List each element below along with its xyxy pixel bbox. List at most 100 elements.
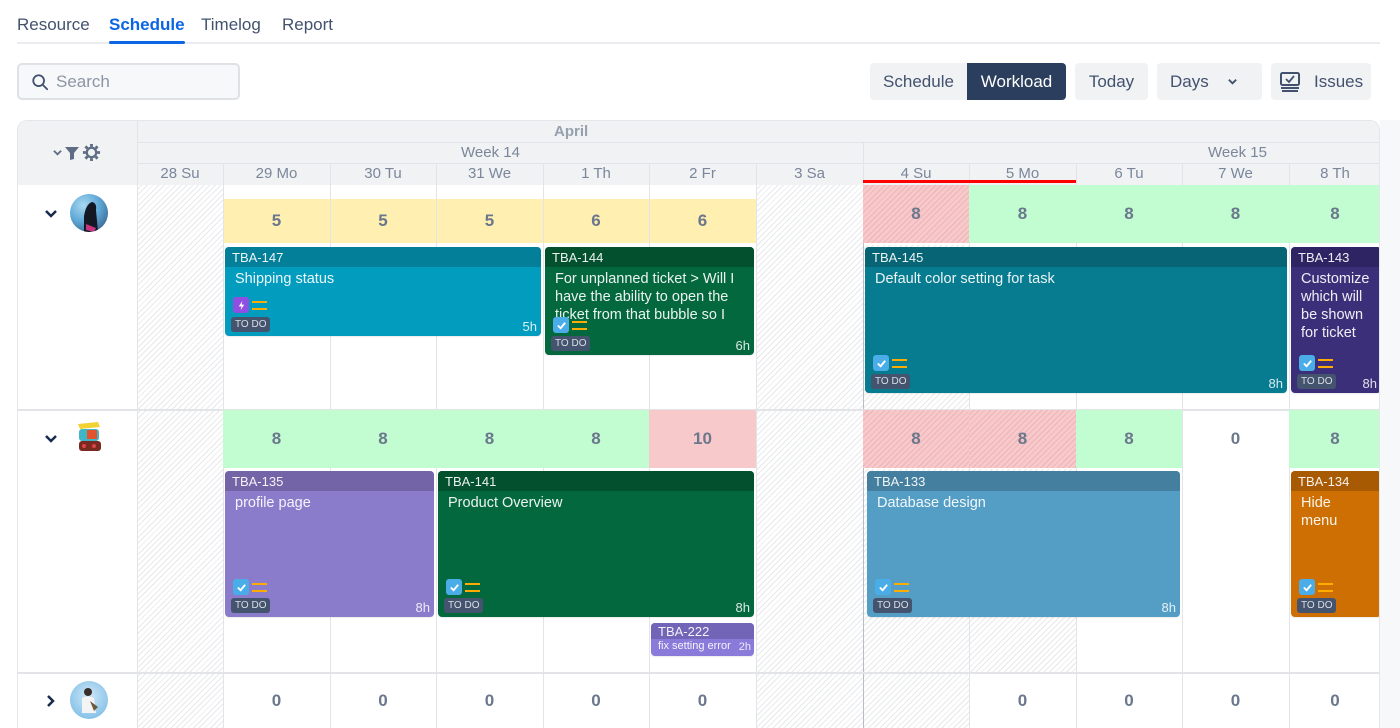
issue-card[interactable]: TBA-141 Product Overview TO DO 8h <box>438 471 754 617</box>
workload-cell: 10 <box>649 410 756 468</box>
workload-cell: 5 <box>223 199 330 243</box>
scrollbar-track[interactable] <box>1380 120 1400 728</box>
workload-cell: 0 <box>697 691 708 710</box>
day-label: 29 Mo <box>255 165 298 182</box>
tab-report[interactable]: Report <box>282 15 333 35</box>
task-check-icon <box>1299 355 1315 371</box>
search-icon <box>32 73 49 90</box>
schedule-grid: April Week 14 Week 15 28 Su 29 Mo 30 Tu 31 … <box>17 120 1380 728</box>
issue-hours: 5h <box>522 319 537 334</box>
issue-key: TBA-134 <box>1291 471 1379 491</box>
gear-icon[interactable] <box>82 143 101 162</box>
grid-controls <box>53 143 101 162</box>
day-divider <box>1182 163 1183 185</box>
today-button[interactable]: Today <box>1075 63 1148 100</box>
workload-cell: 0 <box>1124 691 1134 710</box>
issue-icons <box>553 317 587 333</box>
chevron-down-icon <box>1228 79 1237 85</box>
day-divider <box>756 163 757 185</box>
avatar[interactable] <box>70 194 108 232</box>
workload-cell: 0 <box>1330 691 1340 710</box>
top-tabs: Resource Schedule Timelog Report <box>17 0 1380 44</box>
tab-schedule[interactable]: Schedule <box>109 15 185 44</box>
issue-card[interactable]: TBA-143 Customize which will be shown for… <box>1291 247 1379 393</box>
workload-cell: 8 <box>1076 410 1182 468</box>
issue-key: TBA-143 <box>1291 247 1379 267</box>
filter-icon[interactable] <box>64 145 80 161</box>
non-working-cell <box>756 409 863 672</box>
workload-cell: 0 <box>1017 691 1028 710</box>
workload-cell: 8 <box>969 185 1076 243</box>
issue-key: TBA-147 <box>225 247 541 267</box>
chevron-down-icon[interactable] <box>44 207 58 221</box>
header-divider <box>137 142 1379 143</box>
search-box[interactable] <box>17 63 240 100</box>
chevron-down-icon[interactable] <box>53 148 62 157</box>
workload-cell: 8 <box>1289 185 1379 243</box>
status-badge: TO DO <box>551 336 591 351</box>
day-divider <box>756 185 757 728</box>
issue-hours: 8h <box>415 600 430 615</box>
tab-timelog[interactable]: Timelog <box>201 15 261 35</box>
status-badge: TO DO <box>1297 374 1337 389</box>
avatar[interactable] <box>70 418 108 456</box>
workload-cell: 0 <box>271 691 282 710</box>
workload-cell: 0 <box>1230 429 1241 448</box>
issue-hours: 8h <box>1268 376 1283 391</box>
search-input[interactable] <box>56 71 226 92</box>
avatar[interactable] <box>70 681 108 719</box>
workload-cell: 8 <box>863 410 969 468</box>
workload-cell: 5 <box>436 199 543 243</box>
day-label: 1 Th <box>581 165 611 182</box>
issue-hours: 6h <box>735 338 750 353</box>
day-divider <box>436 199 437 243</box>
status-badge: TO DO <box>1297 598 1337 613</box>
chevron-right-icon[interactable] <box>44 694 58 708</box>
task-check-icon <box>875 579 891 595</box>
issue-card[interactable]: TBA-144 For unplanned ticket > Will I hav… <box>545 247 754 355</box>
status-badge: TO DO <box>231 317 271 332</box>
range-select-label: Days <box>1170 71 1209 91</box>
task-check-icon <box>446 579 462 595</box>
day-divider <box>223 199 224 243</box>
issue-hours: 8h <box>1161 600 1176 615</box>
issue-card[interactable]: TBA-135 profile page TO DO 8h <box>225 471 434 617</box>
day-divider <box>1076 163 1077 185</box>
workload-cell: 8 <box>543 410 649 468</box>
task-check-icon <box>873 355 889 371</box>
workload-view-button[interactable]: Workload <box>967 63 1066 100</box>
schedule-view-button[interactable]: Schedule <box>870 63 967 100</box>
issue-title: Product Overview <box>448 495 563 511</box>
issue-card[interactable]: TBA-133 Database design TO DO 8h <box>867 471 1180 617</box>
issue-card[interactable]: TBA-145 Default color setting for task TO … <box>865 247 1287 393</box>
day-label: 7 We <box>1218 165 1253 182</box>
workload-cell: 6 <box>543 199 649 243</box>
day-label: 3 Sa <box>794 165 825 182</box>
tab-resource[interactable]: Resource <box>17 15 90 35</box>
priority-medium-icon <box>465 582 480 592</box>
issue-icons <box>233 297 267 313</box>
day-divider <box>330 199 331 243</box>
issue-card[interactable]: TBA-134 Hide menu when function is not TO … <box>1291 471 1379 617</box>
issues-button[interactable]: Issues <box>1271 63 1371 100</box>
issue-title: Default color setting for task <box>875 271 1055 287</box>
status-badge: TO DO <box>871 374 911 389</box>
issues-label: Issues <box>1314 71 1364 91</box>
status-badge: TO DO <box>444 598 484 613</box>
issue-title: Customize which will be shown for ticket <box>1301 271 1370 339</box>
range-select[interactable]: Days <box>1157 63 1262 100</box>
column-divider <box>137 185 138 728</box>
day-divider <box>543 199 544 243</box>
issue-icons <box>873 355 907 371</box>
issue-title: Hide menu when function is not <box>1301 495 1338 527</box>
issue-card[interactable]: TBA-147 Shipping status TO DO 5h <box>225 247 541 336</box>
issue-title: Shipping status <box>235 271 335 287</box>
day-label: 6 Tu <box>1114 165 1144 182</box>
chevron-down-icon[interactable] <box>44 432 58 446</box>
issue-card[interactable]: TBA-222 fix setting error 2h <box>651 623 754 656</box>
day-label: 2 Fr <box>689 165 716 182</box>
priority-medium-icon <box>892 358 907 368</box>
workload-cell: 8 <box>969 410 1076 468</box>
day-label: 8 Th <box>1320 165 1350 182</box>
issue-key: TBA-141 <box>438 471 754 491</box>
